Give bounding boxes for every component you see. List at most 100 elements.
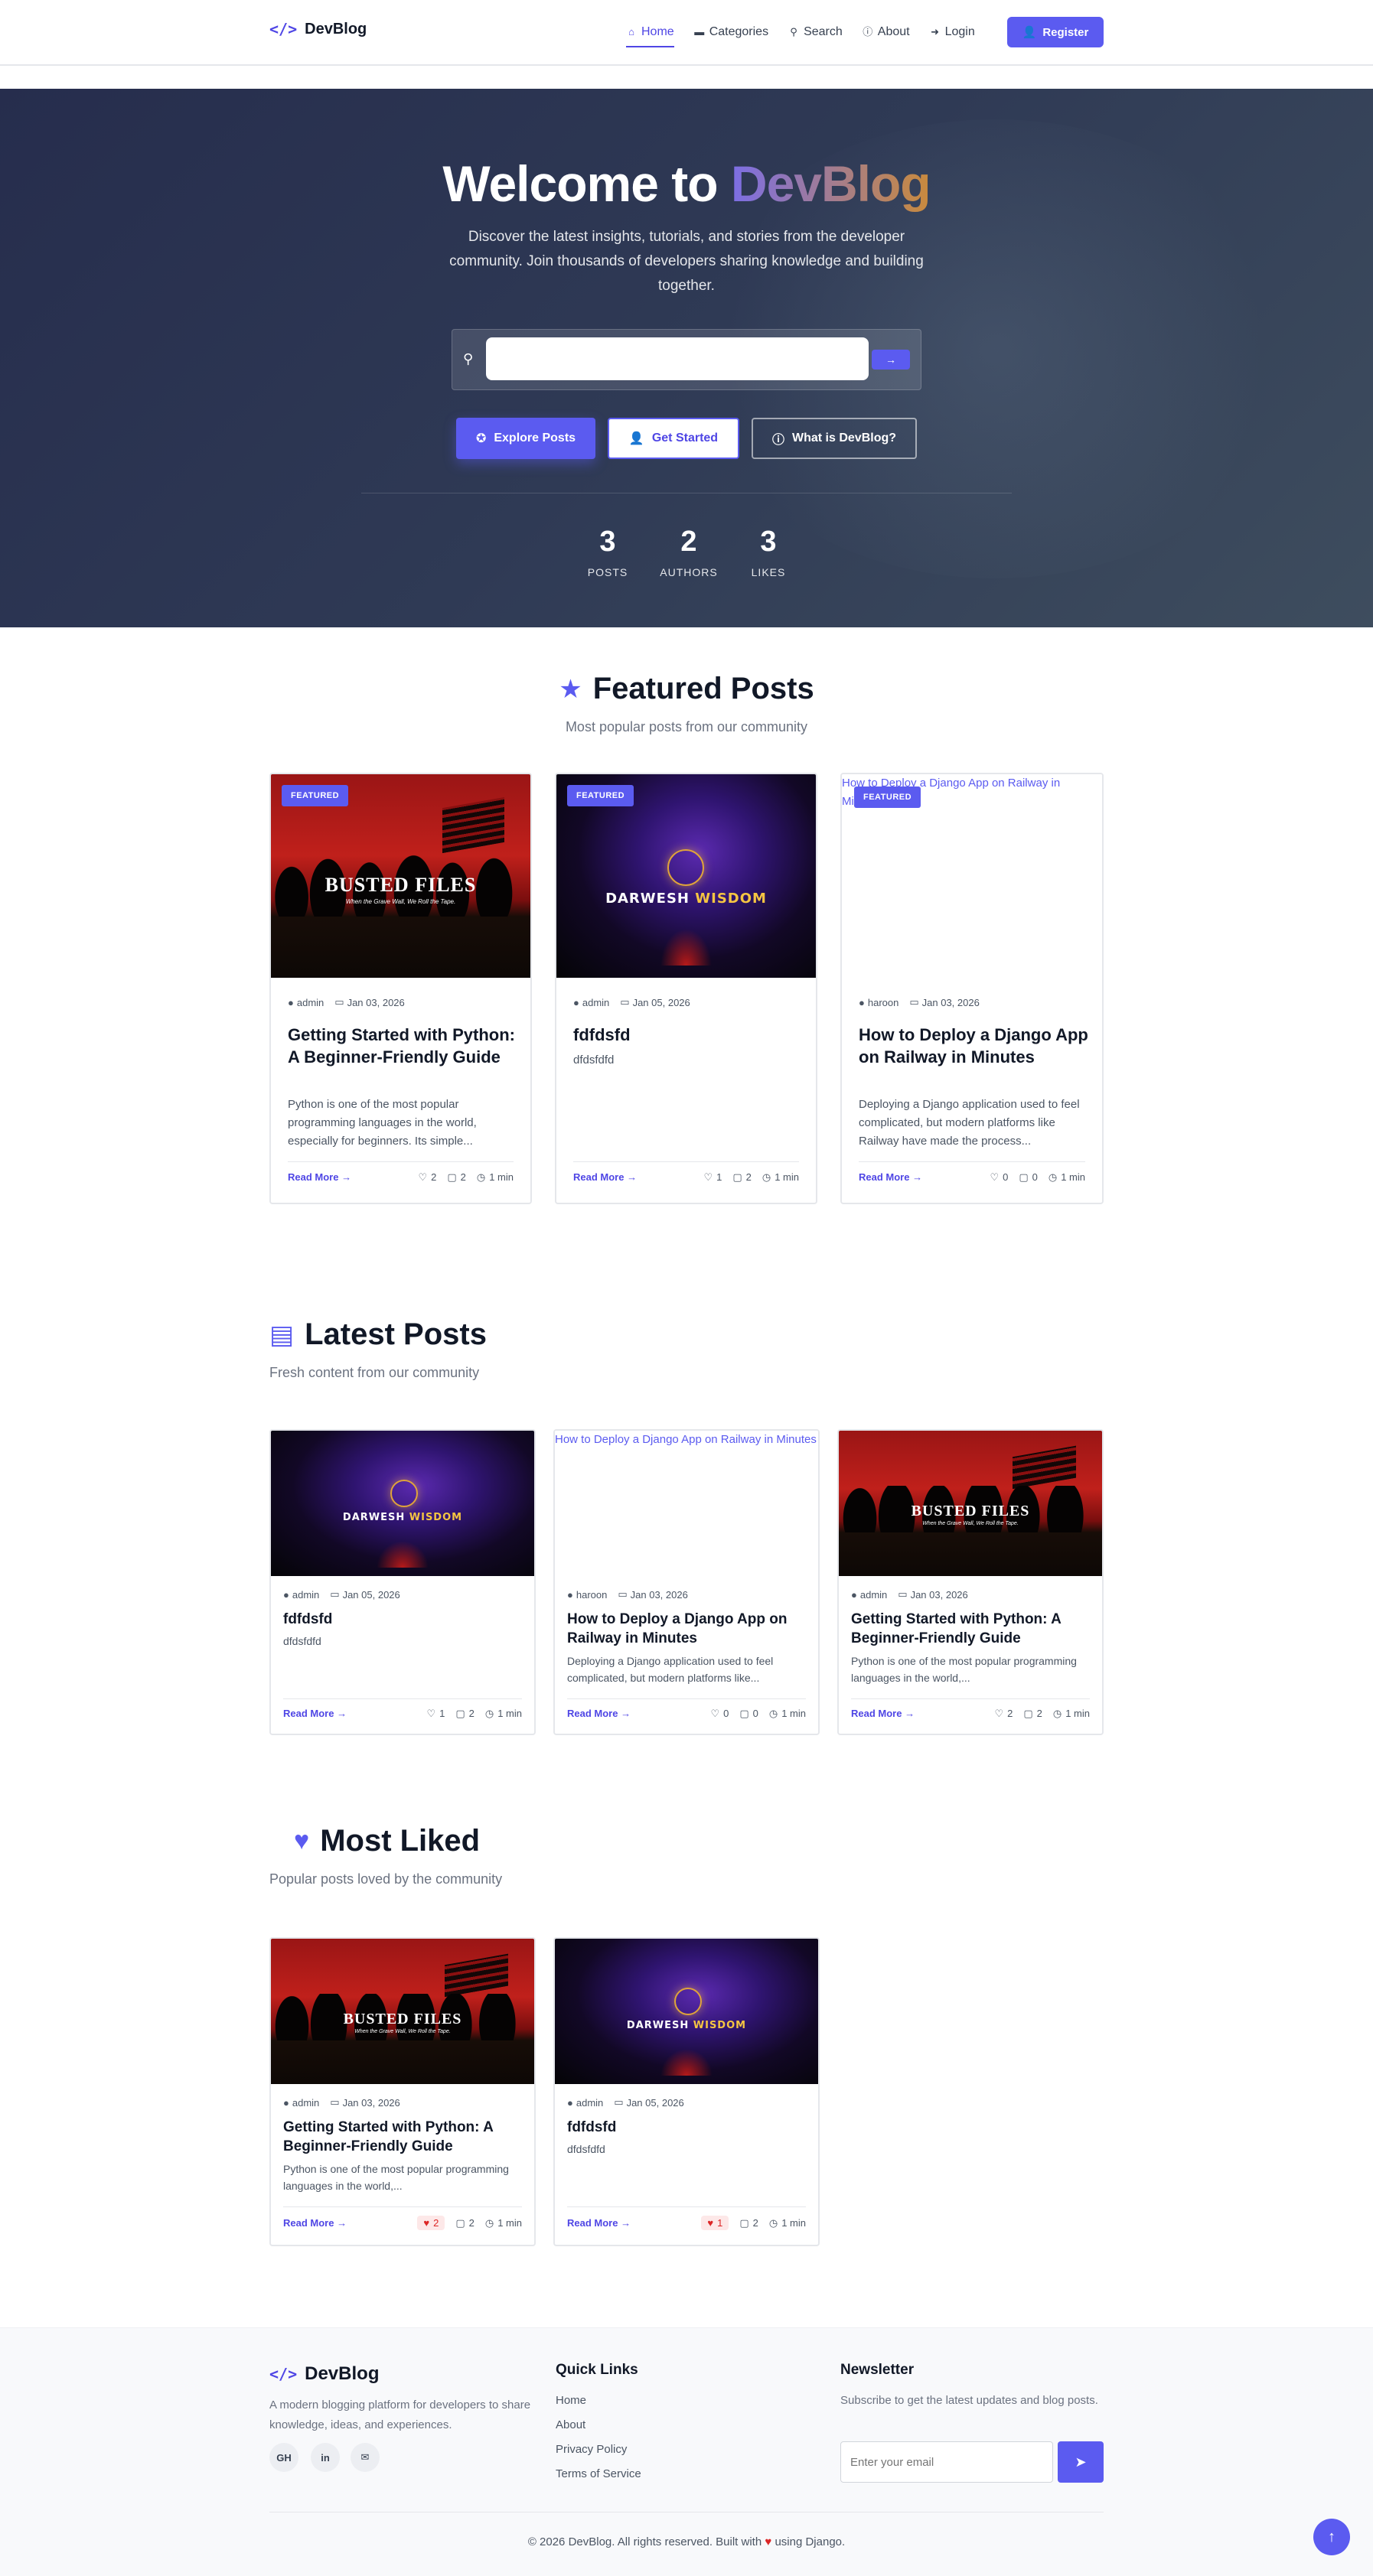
liked-card[interactable]: BUSTED FILES When the Grave Wall, We Rol… bbox=[269, 1937, 536, 2246]
read-time-text: 1 min bbox=[1061, 1171, 1085, 1183]
author: ● admin bbox=[567, 2096, 603, 2109]
author-name: admin bbox=[582, 996, 610, 1008]
post-thumbnail[interactable]: BUSTED FILES When the Grave Wall, We Rol… bbox=[271, 1939, 534, 2084]
post-stats: ♡ 1 ▢ 2 ◷ 1 min bbox=[703, 1171, 799, 1184]
latest-card[interactable]: How to Deploy a Django App on Railway in… bbox=[553, 1429, 820, 1735]
newsletter-submit-button[interactable]: ➤ bbox=[1058, 2441, 1104, 2483]
get-started-button[interactable]: 👤 Get Started bbox=[608, 418, 739, 459]
hero-search-input[interactable] bbox=[486, 337, 869, 380]
footer-link-terms[interactable]: Terms of Service bbox=[556, 2467, 641, 2480]
date-text: Jan 05, 2026 bbox=[632, 996, 690, 1008]
post-stats: ♡ 0 ▢ 0 ◷ 1 min bbox=[710, 1708, 806, 1720]
post-thumbnail[interactable]: DARWESH WISDOM bbox=[555, 1939, 818, 2084]
comments-icon: ▢ bbox=[455, 2216, 465, 2229]
nav-links: ⌂ Home ▬ Categories ⚲ Search ⓘ About ➜ Login bbox=[626, 17, 975, 47]
read-more-link[interactable]: Read More → bbox=[573, 1171, 637, 1183]
post-thumbnail[interactable]: BUSTED FILES When the Grave Wall, We Rol… bbox=[839, 1431, 1102, 1576]
nav-search[interactable]: ⚲ Search bbox=[788, 17, 842, 47]
post-title[interactable]: Getting Started with Python: A Beginner-… bbox=[851, 1610, 1093, 1648]
newsletter-email-input[interactable] bbox=[840, 2441, 1053, 2483]
nav-about[interactable]: ⓘ About bbox=[863, 17, 909, 47]
post-excerpt: dfdsfdfd bbox=[573, 1054, 615, 1067]
date: ▭ Jan 05, 2026 bbox=[620, 996, 690, 1008]
post-title[interactable]: How to Deploy a Django App on Railway in… bbox=[859, 1024, 1088, 1068]
footer-description: A modern blogging platform for developer… bbox=[269, 2399, 531, 2431]
info-icon: ⓘ bbox=[863, 26, 873, 37]
read-more-link[interactable]: Read More → bbox=[283, 2217, 347, 2229]
date-text: Jan 05, 2026 bbox=[342, 1588, 400, 1601]
comments: ▢ 2 bbox=[739, 2216, 758, 2230]
register-button[interactable]: 👤 Register bbox=[1007, 17, 1104, 47]
github-icon[interactable]: GH bbox=[269, 2443, 298, 2472]
search-submit-button[interactable]: → bbox=[872, 350, 910, 370]
hero-subtitle: Discover the latest insights, tutorials,… bbox=[449, 229, 924, 294]
post-title[interactable]: Getting Started with Python: A Beginner-… bbox=[288, 1024, 517, 1068]
likes[interactable]: ♡ 1 bbox=[703, 1171, 722, 1184]
read-more-link[interactable]: Read More → bbox=[288, 1171, 351, 1183]
post-title[interactable]: fdfdsfd bbox=[283, 1610, 520, 1629]
comments: ▢ 0 bbox=[739, 1708, 758, 1720]
brand-logo[interactable]: </> DevBlog bbox=[269, 20, 367, 38]
featured-card[interactable]: How to Deploy a Django App on Railway in… bbox=[840, 773, 1104, 1204]
footer-brand-name: DevBlog bbox=[305, 2363, 380, 2384]
search-icon: ⚲ bbox=[463, 351, 474, 366]
read-time: ◷ 1 min bbox=[769, 1708, 806, 1720]
post-footer: Read More → ♡ 0 ▢ 0 ◷ 1 min bbox=[567, 1698, 806, 1728]
comments-count: 2 bbox=[1036, 1708, 1042, 1719]
calendar-icon: ▭ bbox=[618, 1588, 628, 1600]
stat-posts-label: POSTS bbox=[587, 566, 628, 578]
post-thumbnail[interactable]: DARWESH WISDOM bbox=[271, 1431, 534, 1576]
read-more-link[interactable]: Read More → bbox=[859, 1171, 922, 1183]
author-name: admin bbox=[859, 1588, 888, 1601]
read-more-link[interactable]: Read More → bbox=[567, 2217, 631, 2229]
post-title[interactable]: Getting Started with Python: A Beginner-… bbox=[283, 2118, 525, 2156]
likes[interactable]: ♡ 2 bbox=[418, 1171, 436, 1184]
paper-plane-icon: ➤ bbox=[1075, 2454, 1087, 2470]
footer-link-privacy[interactable]: Privacy Policy bbox=[556, 2443, 627, 2456]
featured-card[interactable]: DARWESH WISDOM FEATURED ● admin ▭ Jan 05, 2… bbox=[555, 773, 817, 1204]
likes-count: 1 bbox=[439, 1708, 445, 1719]
date: ▭ Jan 03, 2026 bbox=[618, 1588, 687, 1601]
footer-brand[interactable]: </> DevBlog bbox=[269, 2363, 379, 2385]
stat-likes-label: LIKES bbox=[751, 566, 786, 578]
read-time-text: 1 min bbox=[775, 1171, 799, 1183]
likes[interactable]: ♡ 0 bbox=[710, 1708, 729, 1720]
post-title[interactable]: fdfdsfd bbox=[573, 1024, 803, 1046]
featured-badge: FEATURED bbox=[282, 785, 349, 806]
latest-title-text: Latest Posts bbox=[305, 1317, 487, 1351]
thumb-title: DARWESH WISDOM bbox=[271, 1512, 534, 1523]
footer-link-home[interactable]: Home bbox=[556, 2394, 586, 2407]
post-title[interactable]: How to Deploy a Django App on Railway in… bbox=[567, 1610, 804, 1648]
post-thumbnail-broken[interactable]: How to Deploy a Django App on Railway in… bbox=[555, 1431, 818, 1576]
read-more-link[interactable]: Read More → bbox=[567, 1708, 631, 1719]
likes[interactable]: ♡ 2 bbox=[994, 1708, 1013, 1720]
nav-categories[interactable]: ▬ Categories bbox=[694, 17, 768, 47]
featured-card[interactable]: BUSTED FILES When the Grave Wall, We Rol… bbox=[269, 773, 532, 1204]
read-more-link[interactable]: Read More → bbox=[851, 1708, 915, 1719]
footer-link-about[interactable]: About bbox=[556, 2418, 585, 2431]
explore-posts-button[interactable]: ✪ Explore Posts bbox=[456, 418, 595, 459]
latest-card[interactable]: BUSTED FILES When the Grave Wall, We Rol… bbox=[837, 1429, 1104, 1735]
read-more-link[interactable]: Read More → bbox=[283, 1708, 347, 1719]
linkedin-icon[interactable]: in bbox=[311, 2443, 340, 2472]
latest-card[interactable]: DARWESH WISDOM ● admin ▭ Jan 05, 2026 fdfds… bbox=[269, 1429, 536, 1735]
nav-categories-label: Categories bbox=[709, 25, 769, 38]
nav-home[interactable]: ⌂ Home bbox=[626, 17, 674, 47]
nav-login[interactable]: ➜ Login bbox=[930, 17, 975, 47]
liked-card[interactable]: DARWESH WISDOM ● admin ▭ Jan 05, 2026 fdfds… bbox=[553, 1937, 820, 2246]
heart-icon: ♡ bbox=[710, 1707, 720, 1719]
emblem-icon bbox=[390, 1480, 418, 1507]
what-is-devblog-button[interactable]: ⓘ What is DevBlog? bbox=[752, 418, 917, 459]
likes[interactable]: ♡ 0 bbox=[990, 1171, 1008, 1184]
likes[interactable]: ♡ 1 bbox=[426, 1708, 445, 1720]
stat-authors-label: AUTHORS bbox=[660, 566, 718, 578]
clock-icon: ◷ bbox=[768, 1707, 778, 1719]
likes-liked[interactable]: ♥ 1 bbox=[701, 2216, 729, 2230]
liked-title: ♥ Most Liked bbox=[294, 1824, 480, 1858]
likes-liked[interactable]: ♥ 2 bbox=[417, 2216, 445, 2230]
post-title[interactable]: fdfdsfd bbox=[567, 2118, 809, 2137]
thumb-title-w1: DARWESH bbox=[605, 891, 690, 907]
envelope-icon[interactable]: ✉ bbox=[351, 2443, 380, 2472]
post-meta: ● haroon ▭ Jan 03, 2026 bbox=[567, 1588, 688, 1601]
back-to-top-button[interactable]: ↑ bbox=[1313, 2519, 1350, 2555]
